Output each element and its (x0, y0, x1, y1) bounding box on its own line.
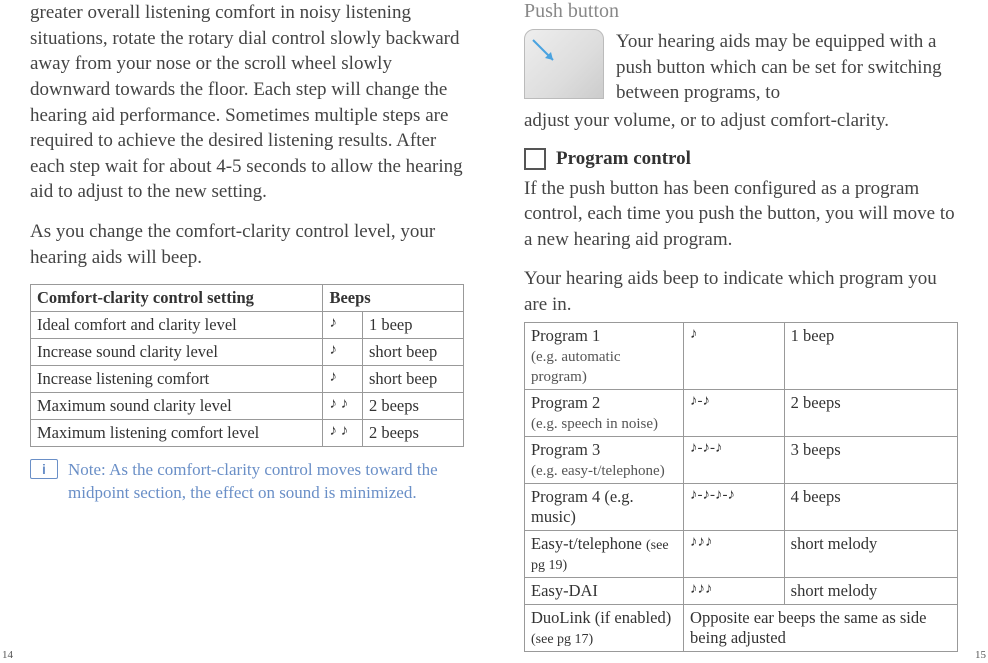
program-control-checkbox-row: Program control (524, 148, 958, 170)
note-icon-glyph: ♪♪♪ (684, 577, 785, 604)
info-note-text: Note: As the comfort-clarity control mov… (68, 459, 464, 503)
note-icon-glyph: ♪-♪-♪ (684, 436, 785, 483)
note-icon-glyph: ♪ (323, 366, 362, 393)
table-header-beeps: Beeps (323, 285, 464, 312)
comfort-clarity-table: Comfort-clarity control setting Beeps Id… (30, 284, 464, 447)
page-number-left: 14 (2, 649, 13, 661)
left-paragraph-2: As you change the comfort-clarity contro… (30, 219, 464, 270)
page-number-right: 15 (975, 649, 986, 661)
table-row: Ideal comfort and clarity level ♪ 1 beep (31, 312, 464, 339)
note-icon-glyph: ♪♪♪ (684, 530, 785, 577)
note-icon-glyph: ♪ (323, 339, 362, 366)
left-paragraph-1: greater overall listening comfort in noi… (30, 0, 464, 205)
table-row: Maximum listening comfort level ♪ ♪ 2 be… (31, 420, 464, 447)
push-button-intro-line1: Your hearing aids may be equipped with a… (616, 29, 958, 106)
table-header-row: Comfort-clarity control setting Beeps (31, 285, 464, 312)
info-note: i Note: As the comfort-clarity control m… (30, 459, 464, 503)
table-row: Maximum sound clarity level ♪ ♪ 2 beeps (31, 393, 464, 420)
program-control-para1: If the push button has been configured a… (524, 176, 958, 253)
table-row: Program 3 (e.g. easy-t/telephone) ♪-♪-♪ … (525, 436, 958, 483)
table-row: Increase sound clarity level ♪ short bee… (31, 339, 464, 366)
table-row: Program 1 (e.g. automatic program) ♪ 1 b… (525, 322, 958, 389)
info-icon: i (30, 459, 58, 479)
table-header-setting: Comfort-clarity control setting (31, 285, 323, 312)
checkbox-icon[interactable] (524, 148, 546, 170)
note-icon-glyph: ♪-♪ (684, 389, 785, 436)
push-button-heading: Push button (524, 0, 958, 23)
program-control-para2: Your hearing aids beep to indicate which… (524, 266, 958, 317)
push-button-image (524, 29, 604, 99)
table-row: DuoLink (if enabled) (see pg 17) Opposit… (525, 604, 958, 651)
note-icon-glyph: ♪ ♪ (323, 420, 362, 447)
table-row: Increase listening comfort ♪ short beep (31, 366, 464, 393)
push-button-intro-line2: adjust your volume, or to adjust comfort… (524, 108, 958, 134)
note-icon-glyph: ♪ ♪ (323, 393, 362, 420)
program-control-label: Program control (556, 148, 691, 170)
program-beep-table: Program 1 (e.g. automatic program) ♪ 1 b… (524, 322, 958, 652)
note-icon-glyph: ♪-♪-♪-♪ (684, 483, 785, 530)
table-row: Program 4 (e.g. music) ♪-♪-♪-♪ 4 beeps (525, 483, 958, 530)
note-icon-glyph: ♪ (684, 322, 785, 389)
table-row: Easy-DAI ♪♪♪ short melody (525, 577, 958, 604)
note-icon-glyph: ♪ (323, 312, 362, 339)
table-row: Easy-t/telephone (see pg 19) ♪♪♪ short m… (525, 530, 958, 577)
table-row: Program 2 (e.g. speech in noise) ♪-♪ 2 b… (525, 389, 958, 436)
